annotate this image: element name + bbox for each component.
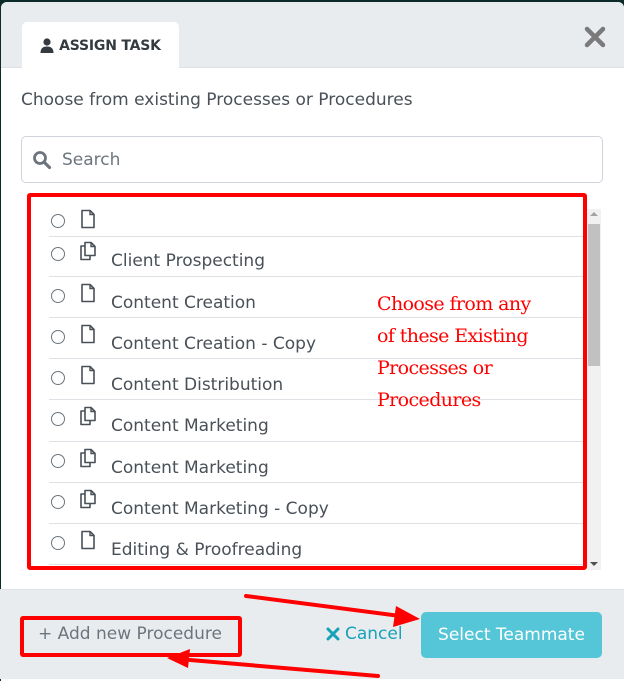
scroll-down-arrow[interactable] <box>590 562 598 566</box>
radio-button[interactable] <box>51 330 65 344</box>
radio-button[interactable] <box>51 247 65 261</box>
tab-assign-task[interactable]: ASSIGN TASK <box>22 22 179 69</box>
list-scrollbar[interactable] <box>587 209 601 570</box>
radio-button[interactable] <box>51 289 65 303</box>
radio-button[interactable] <box>51 536 65 550</box>
copy-icon <box>79 448 97 468</box>
modal-header: ASSIGN TASK <box>1 2 624 69</box>
radio-button[interactable] <box>51 412 65 426</box>
list-item-label: Content Marketing <box>111 416 269 436</box>
copy-icon <box>79 241 97 261</box>
intro-text: Choose from existing Processes or Proced… <box>21 90 413 110</box>
close-icon <box>584 26 606 48</box>
search-icon <box>33 150 52 169</box>
file-icon <box>79 209 97 229</box>
close-button[interactable] <box>582 24 608 50</box>
search-input[interactable] <box>62 149 582 170</box>
annotation-text: Choose from any of these Existing Proces… <box>377 293 531 411</box>
file-icon <box>79 530 97 550</box>
select-teammate-button[interactable]: Select Teammate <box>421 612 602 658</box>
copy-icon <box>79 489 97 509</box>
file-icon <box>79 365 97 385</box>
radio-button[interactable] <box>51 214 65 228</box>
user-icon <box>40 38 54 53</box>
copy-icon <box>79 406 97 426</box>
cancel-label: Cancel <box>345 624 403 644</box>
radio-button[interactable] <box>51 495 65 509</box>
list-item[interactable] <box>49 201 584 237</box>
list-item-label: Content Distribution <box>111 375 284 395</box>
cancel-button[interactable]: Cancel <box>326 624 403 644</box>
file-icon <box>79 283 97 303</box>
scroll-thumb[interactable] <box>588 224 600 366</box>
list-item[interactable]: Content Marketing <box>49 442 584 483</box>
file-icon <box>79 324 97 344</box>
list-item-label: Client Prospecting <box>111 251 265 271</box>
list-item-label: Content Marketing <box>111 458 269 478</box>
times-icon <box>326 627 340 641</box>
list-item[interactable]: Content Marketing - Copy <box>49 483 584 524</box>
radio-button[interactable] <box>51 371 65 385</box>
add-new-procedure-button[interactable]: + Add new Procedure <box>38 624 222 644</box>
list-item-label: Content Creation - Copy <box>111 334 317 354</box>
list-item[interactable]: Client Prospecting <box>49 235 584 277</box>
list-item-label: Editing & Proofreading <box>111 540 303 560</box>
search-box <box>21 136 603 183</box>
list-item-label: Content Creation <box>111 293 256 313</box>
radio-button[interactable] <box>51 454 65 468</box>
scroll-up-arrow[interactable] <box>590 212 598 216</box>
list-item[interactable]: Editing & Proofreading <box>49 524 584 565</box>
tab-label: ASSIGN TASK <box>59 37 161 54</box>
list-item-label: Content Marketing - Copy <box>111 499 329 519</box>
